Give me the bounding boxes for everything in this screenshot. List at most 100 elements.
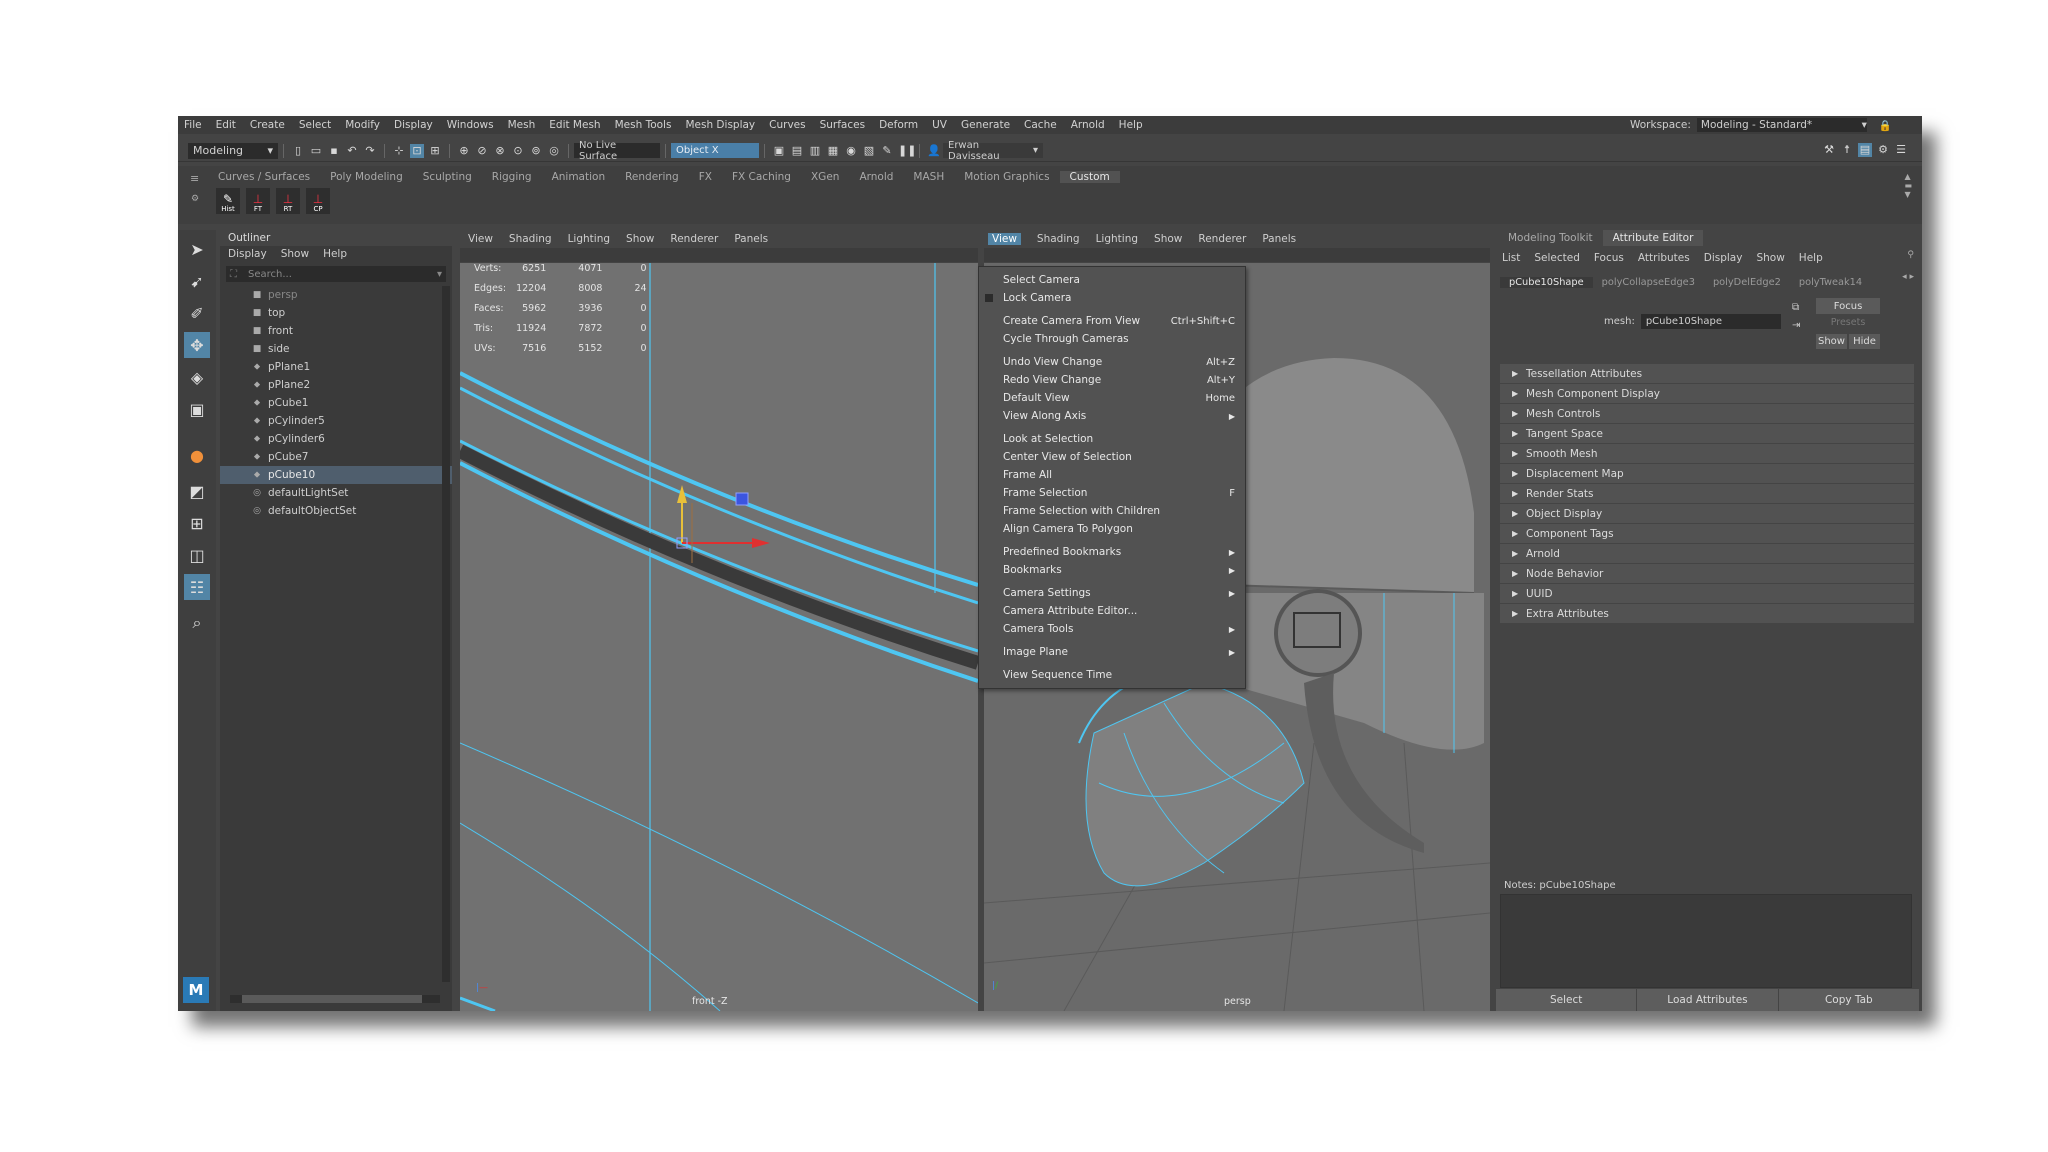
attr-menu-display[interactable]: Display — [1704, 252, 1743, 264]
viewport-right-menu-lighting[interactable]: Lighting — [1096, 233, 1138, 245]
view-menu-item-look-at-selection[interactable]: Look at Selection — [979, 430, 1245, 448]
snap-view-icon[interactable]: ⊙ — [511, 144, 525, 158]
menu-cache[interactable]: Cache — [1024, 119, 1057, 131]
render-settings-icon[interactable]: ▦ — [826, 144, 840, 158]
load-attributes-button[interactable]: Load Attributes — [1637, 989, 1779, 1011]
hypershade-icon[interactable]: ◉ — [844, 144, 858, 158]
menuset-dropdown[interactable]: Modeling ▾ — [188, 142, 278, 159]
outliner-item-defaultobjectset[interactable]: ◎ defaultObjectSet — [220, 502, 452, 520]
view-menu-item-frame-selection[interactable]: Frame Selection F — [979, 484, 1245, 502]
node-tab-polydeledge2[interactable]: polyDelEdge2 — [1704, 277, 1790, 288]
section-component-tags[interactable]: ▶ Component Tags — [1500, 524, 1914, 543]
expand-arrow-icon[interactable]: ▶ — [1512, 589, 1526, 598]
select-hierarchy-icon[interactable]: ⊹ — [392, 144, 406, 158]
shelf-tab-rendering[interactable]: Rendering — [615, 171, 689, 183]
view-menu-item-select-camera[interactable]: Select Camera — [979, 271, 1245, 289]
ipr-render-icon[interactable]: ▥ — [808, 144, 822, 158]
render-frame-icon[interactable]: ▤ — [790, 144, 804, 158]
snap-grid-icon[interactable]: ⊕ — [457, 144, 471, 158]
section-node-behavior[interactable]: ▶ Node Behavior — [1500, 564, 1914, 583]
viewport-left-menu-panels[interactable]: Panels — [734, 233, 768, 245]
mesh-name-field[interactable]: pCube10Shape — [1640, 314, 1781, 329]
section-object-display[interactable]: ▶ Object Display — [1500, 504, 1914, 523]
menu-modify[interactable]: Modify — [345, 119, 380, 131]
section-displacement-map[interactable]: ▶ Displacement Map — [1500, 464, 1914, 483]
outliner-vertical-scrollbar[interactable] — [442, 286, 450, 982]
outliner-menu-help[interactable]: Help — [323, 248, 347, 260]
user-icon[interactable]: 👤 — [927, 144, 941, 158]
workspace-dropdown[interactable]: Modeling - Standard* ▾ — [1696, 118, 1867, 132]
redo-icon[interactable]: ↷ — [363, 144, 377, 158]
viewport-left-menu-shading[interactable]: Shading — [509, 233, 552, 245]
select-component-icon[interactable]: ⊞ — [428, 144, 442, 158]
shelf-button-ft[interactable]: ⊥ FT — [246, 188, 270, 214]
node-tab-polycollapseedge3[interactable]: polyCollapseEdge3 — [1593, 277, 1704, 288]
view-menu-item-image-plane[interactable]: Image Plane ▶ — [979, 643, 1245, 661]
shelf-button-cp[interactable]: ⊥ CP — [306, 188, 330, 214]
move-tool-icon[interactable]: ✥ — [184, 332, 210, 358]
shelf-tab-xgen[interactable]: XGen — [801, 171, 849, 183]
outliner-item-pcylinder5[interactable]: ⬥ pCylinder5 — [220, 412, 452, 430]
menu-select[interactable]: Select — [299, 119, 331, 131]
viewport-right-menu-view[interactable]: View — [988, 233, 1021, 245]
shelf-tab-mash[interactable]: MASH — [903, 171, 954, 183]
menu-display[interactable]: Display — [394, 119, 433, 131]
menu-uv[interactable]: UV — [932, 119, 947, 131]
checkbox-icon[interactable] — [985, 294, 993, 302]
menu-mesh[interactable]: Mesh — [508, 119, 536, 131]
viewport-left-menu-lighting[interactable]: Lighting — [568, 233, 610, 245]
snap-curve-icon[interactable]: ⊘ — [475, 144, 489, 158]
pin-icon[interactable]: ⚲ — [1907, 250, 1914, 260]
menu-deform[interactable]: Deform — [879, 119, 918, 131]
expand-arrow-icon[interactable]: ▶ — [1512, 489, 1526, 498]
shelf-tab-fx-caching[interactable]: FX Caching — [722, 171, 801, 183]
select-object-icon[interactable]: ⊡ — [410, 143, 424, 158]
workspace-selector[interactable]: Workspace: Modeling - Standard* ▾ 🔒 — [1630, 118, 1892, 132]
section-smooth-mesh[interactable]: ▶ Smooth Mesh — [1500, 444, 1914, 463]
snap-point-icon[interactable]: ⊗ — [493, 144, 507, 158]
render-setup-icon[interactable]: ▧ — [862, 144, 876, 158]
shelf-tab-custom[interactable]: Custom — [1059, 170, 1120, 183]
attr-menu-attributes[interactable]: Attributes — [1638, 252, 1690, 264]
view-menu-item-cycle-through-cameras[interactable]: Cycle Through Cameras — [979, 330, 1245, 348]
outliner-item-top[interactable]: ■ top — [220, 304, 452, 322]
viewport-right-menu-renderer[interactable]: Renderer — [1198, 233, 1246, 245]
hide-button[interactable]: Hide — [1849, 334, 1880, 349]
expand-arrow-icon[interactable]: ▶ — [1512, 409, 1526, 418]
shelf-menu-icon[interactable]: ≡ — [190, 172, 199, 185]
outliner-search-input[interactable]: Search... ▾ — [226, 266, 446, 282]
expand-arrow-icon[interactable]: ▶ — [1512, 569, 1526, 578]
snap-surface-icon[interactable]: ⊚ — [529, 144, 543, 158]
section-render-stats[interactable]: ▶ Render Stats — [1500, 484, 1914, 503]
shelf-tab-poly-modeling[interactable]: Poly Modeling — [320, 171, 413, 183]
snap-live-icon[interactable]: ◎ — [547, 144, 561, 158]
view-menu-item-camera-settings[interactable]: Camera Settings ▶ — [979, 584, 1245, 602]
menu-edit-mesh[interactable]: Edit Mesh — [549, 119, 600, 131]
menu-edit[interactable]: Edit — [216, 119, 236, 131]
focus-button[interactable]: Focus — [1816, 298, 1880, 314]
outliner-menu-display[interactable]: Display — [228, 248, 267, 260]
paint-select-icon[interactable]: ✐ — [184, 300, 210, 326]
expand-arrow-icon[interactable]: ▶ — [1512, 549, 1526, 558]
menu-help[interactable]: Help — [1119, 119, 1143, 131]
view-menu-item-default-view[interactable]: Default View Home — [979, 389, 1245, 407]
scrollbar-thumb[interactable] — [242, 995, 422, 1003]
channel-box-icon[interactable]: ☰ — [1894, 143, 1908, 157]
viewport-left-menu-renderer[interactable]: Renderer — [670, 233, 718, 245]
outliner-item-pcube7[interactable]: ⬥ pCube7 — [220, 448, 452, 466]
show-button[interactable]: Show — [1816, 334, 1847, 349]
shelf-tab-curves-surfaces[interactable]: Curves / Surfaces — [208, 171, 320, 183]
live-surface-field[interactable]: No Live Surface — [574, 140, 660, 162]
outliner-item-side[interactable]: ■ side — [220, 340, 452, 358]
attr-menu-focus[interactable]: Focus — [1594, 252, 1624, 264]
view-menu-item-undo-view-change[interactable]: Undo View Change Alt+Z — [979, 353, 1245, 371]
outliner-item-pcylinder6[interactable]: ⬥ pCylinder6 — [220, 430, 452, 448]
outliner-item-front[interactable]: ■ front — [220, 322, 452, 340]
attr-menu-list[interactable]: List — [1502, 252, 1520, 264]
pause-icon[interactable]: ❚❚ — [898, 144, 916, 158]
menu-mesh-tools[interactable]: Mesh Tools — [615, 119, 672, 131]
new-scene-icon[interactable]: ▯ — [291, 144, 305, 158]
tab-attribute-editor[interactable]: Attribute Editor — [1602, 230, 1704, 246]
view-menu-item-redo-view-change[interactable]: Redo View Change Alt+Y — [979, 371, 1245, 389]
menu-file[interactable]: File — [184, 119, 202, 131]
